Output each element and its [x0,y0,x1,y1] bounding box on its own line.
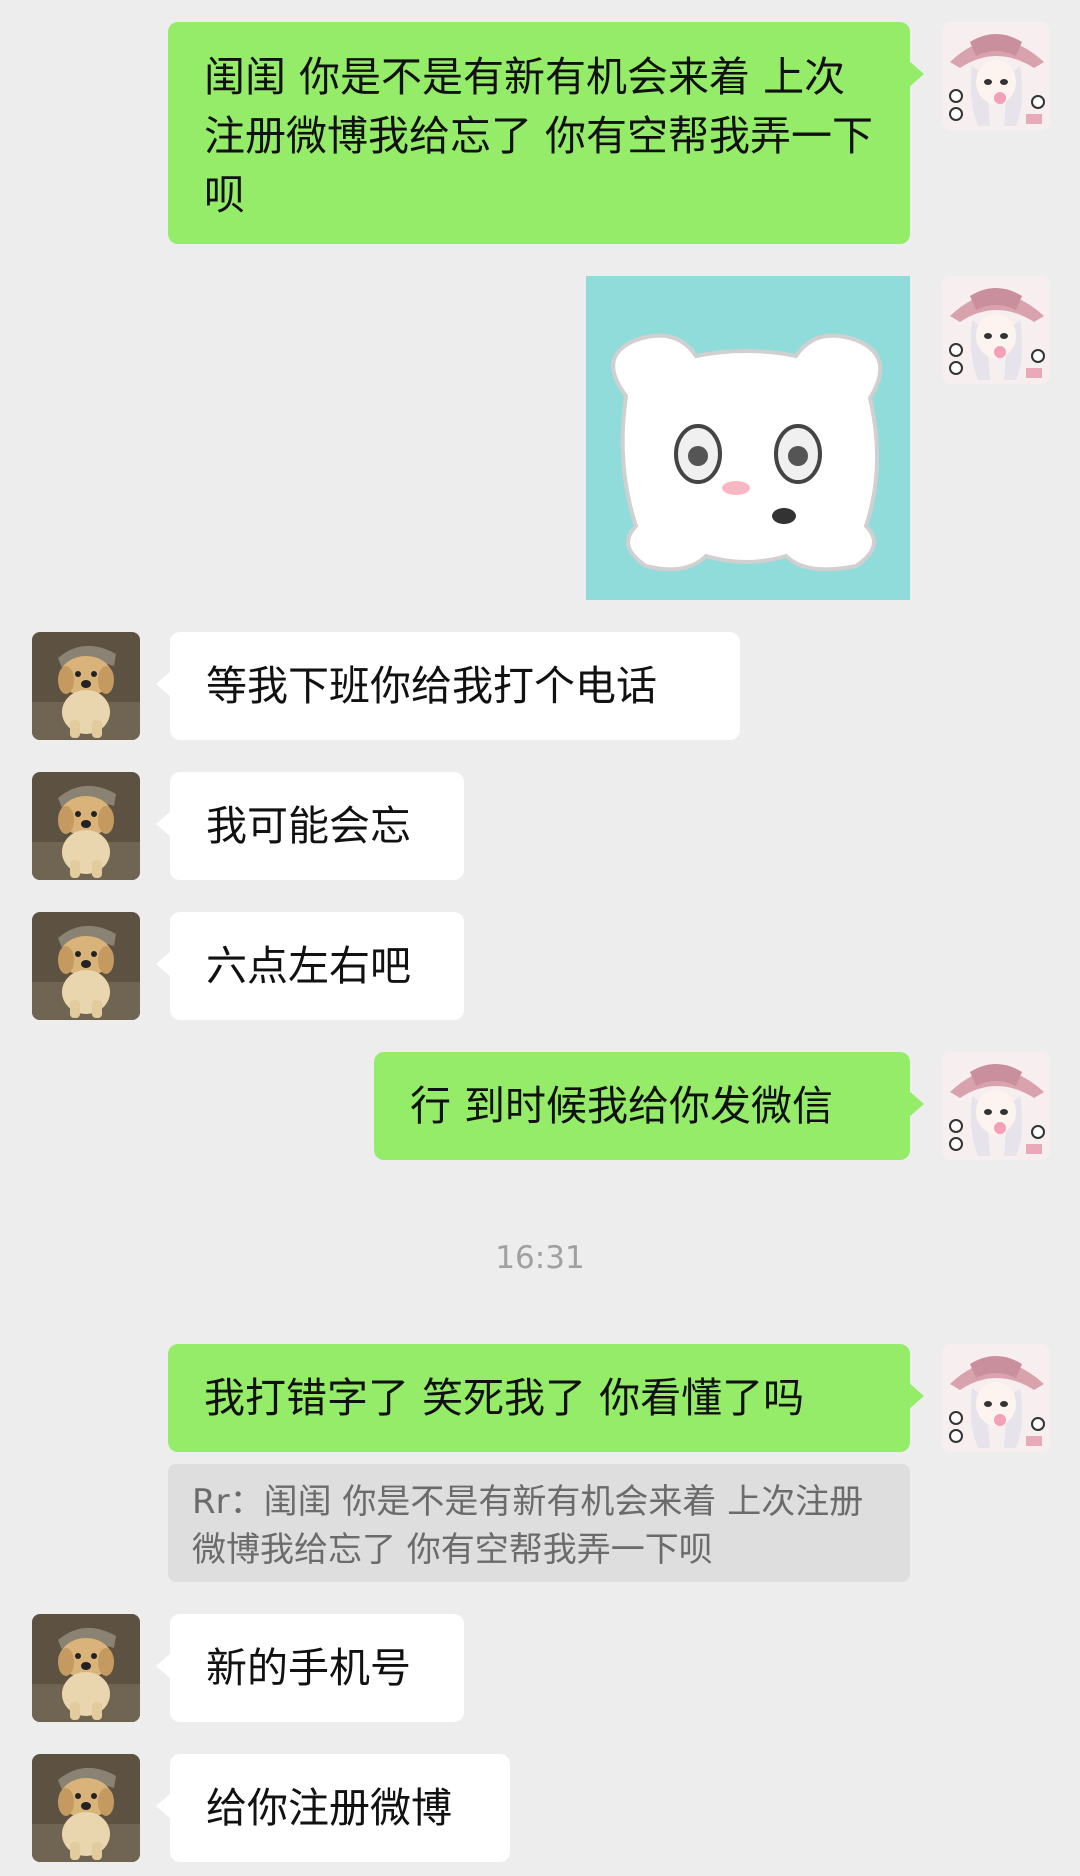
contact-avatar[interactable] [32,912,140,1020]
my-avatar[interactable] [942,1344,1050,1452]
quoted-message-text: Rr：闺闺 你是不是有新有机会来着 上次注册微博我给忘了 你有空帮我弄一下呗 [192,1482,864,1570]
message-bubble-received[interactable]: 六点左右吧 [156,912,464,1020]
message-bubble-received[interactable]: 给你注册微博 [156,1754,510,1862]
message-bubble-received[interactable]: 等我下班你给我打个电话 [156,632,740,740]
message-text: 给你注册微博 [206,1783,452,1832]
white-puppy-sticker[interactable] [586,276,910,600]
contact-avatar[interactable] [32,632,140,740]
contact-avatar[interactable] [32,772,140,880]
my-avatar[interactable] [942,1052,1050,1160]
message-text: 新的手机号 [206,1643,411,1692]
message-text: 我打错字了 笑死我了 你看懂了吗 [204,1373,805,1422]
message-timestamp: 16:31 [495,1240,585,1276]
message-bubble-sent[interactable]: 我打错字了 笑死我了 你看懂了吗 [168,1344,924,1452]
message-bubble-received[interactable]: 我可能会忘 [156,772,464,880]
message-bubble-sent[interactable]: 闺闺 你是不是有新有机会来着 上次注册微博我给忘了 你有空帮我弄一下呗 [168,22,924,244]
message-text: 六点左右吧 [206,941,411,990]
message-text: 行 到时候我给你发微信 [410,1081,834,1130]
my-avatar[interactable] [942,22,1050,130]
quoted-message[interactable]: Rr：闺闺 你是不是有新有机会来着 上次注册微博我给忘了 你有空帮我弄一下呗 [168,1464,910,1582]
message-text: 闺闺 你是不是有新有机会来着 上次注册微博我给忘了 你有空帮我弄一下呗 [204,53,874,219]
contact-avatar[interactable] [32,1754,140,1862]
contact-avatar[interactable] [32,1614,140,1722]
message-text: 等我下班你给我打个电话 [206,661,657,710]
message-text: 我可能会忘 [206,801,411,850]
message-bubble-received[interactable]: 新的手机号 [156,1614,464,1722]
my-avatar[interactable] [942,276,1050,384]
message-bubble-sent[interactable]: 行 到时候我给你发微信 [374,1052,924,1160]
